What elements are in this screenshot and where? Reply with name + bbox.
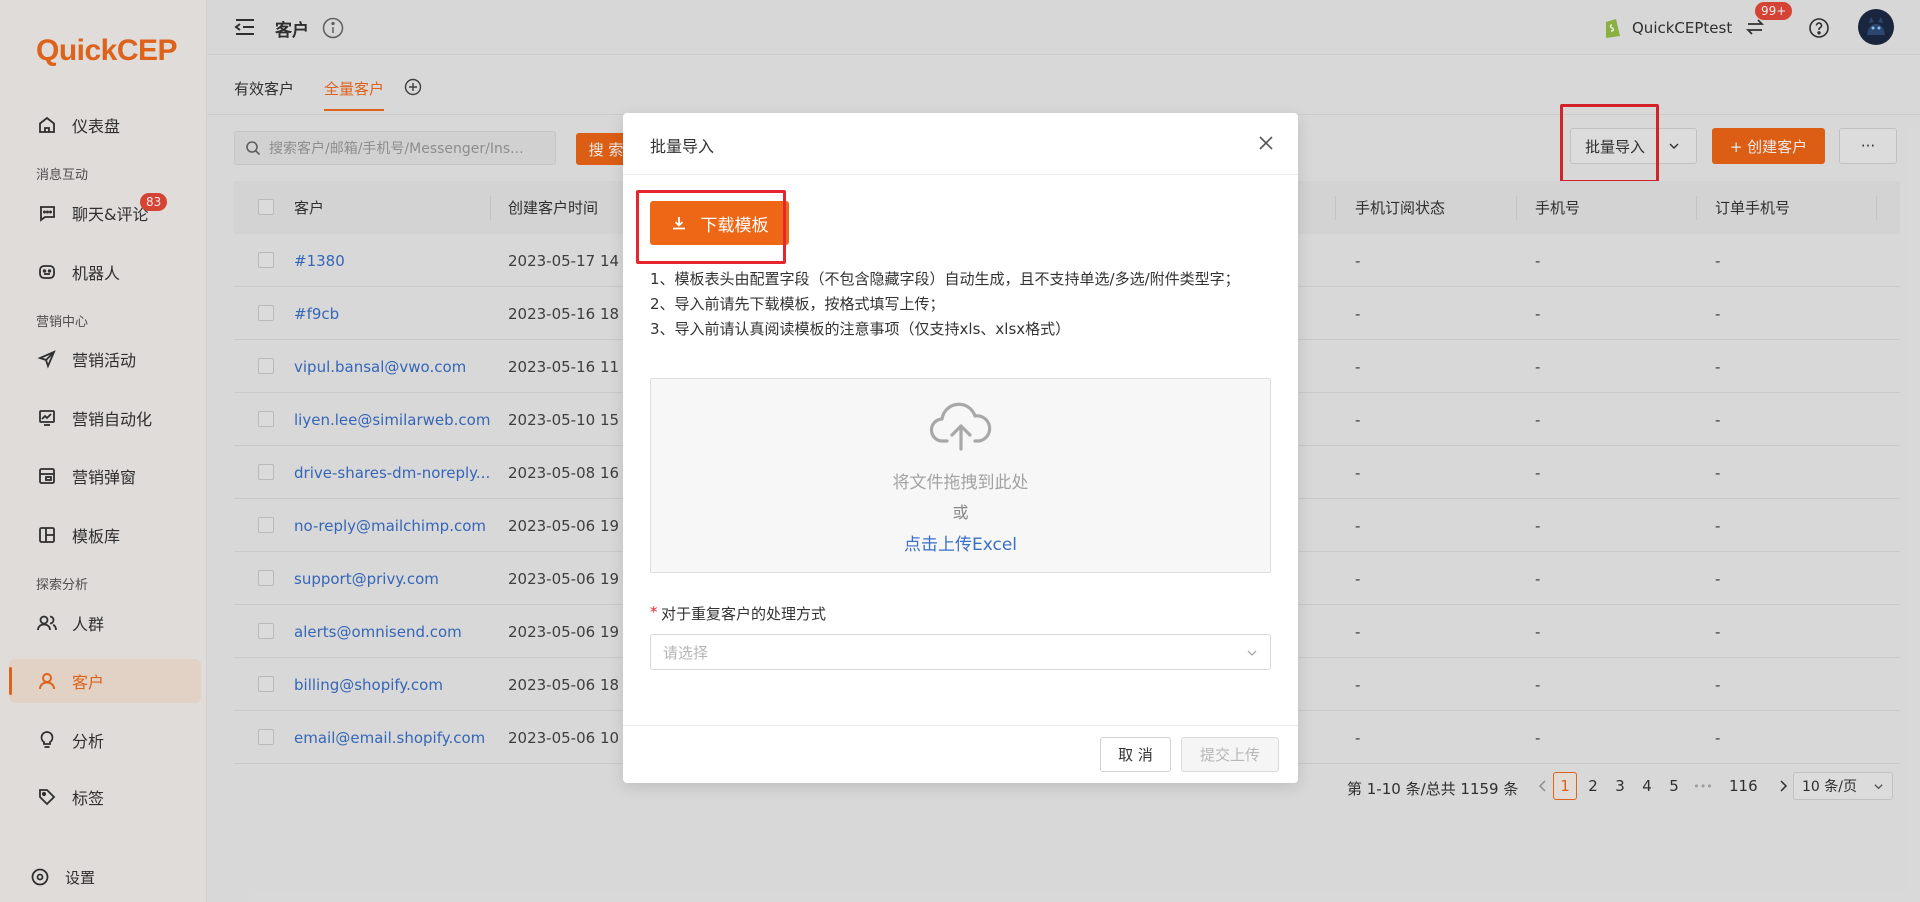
import-note-3: 3、导入前请认真阅读模板的注意事项（仅支持xls、xlsx格式） xyxy=(650,320,1071,338)
modal-footer-divider xyxy=(623,725,1298,726)
modal-title: 批量导入 xyxy=(650,137,715,156)
duplicate-handling-select[interactable]: 请选择 xyxy=(650,634,1271,670)
drop-hint: 将文件拖拽到此处 xyxy=(892,473,1029,493)
batch-import-modal: 批量导入 下载模板 1、模板表头由配置字段（不包含隐藏字段）自动生成，且不支持单… xyxy=(623,113,1298,783)
modal-divider xyxy=(623,174,1298,175)
cloud-upload-icon xyxy=(929,399,993,453)
highlight-download-template xyxy=(636,190,786,264)
close-icon[interactable] xyxy=(1258,135,1274,151)
submit-upload-button[interactable]: 提交上传 xyxy=(1181,737,1279,772)
cancel-button[interactable]: 取 消 xyxy=(1100,737,1171,772)
chevron-down-icon xyxy=(1246,647,1258,659)
import-note-2: 2、导入前请先下载模板，按格式填写上传； xyxy=(650,295,945,313)
upload-excel-link[interactable]: 点击上传Excel xyxy=(651,530,1270,555)
duplicate-handling-label: 对于重复客户的处理方式 xyxy=(661,605,827,623)
required-mark: * xyxy=(650,603,658,621)
file-drop-zone[interactable]: 将文件拖拽到此处 或 点击上传Excel xyxy=(650,378,1271,573)
drop-or: 或 xyxy=(952,503,969,522)
import-note-1: 1、模板表头由配置字段（不包含隐藏字段）自动生成，且不支持单选/多选/附件类型字… xyxy=(650,270,1240,288)
select-placeholder: 请选择 xyxy=(663,643,709,662)
